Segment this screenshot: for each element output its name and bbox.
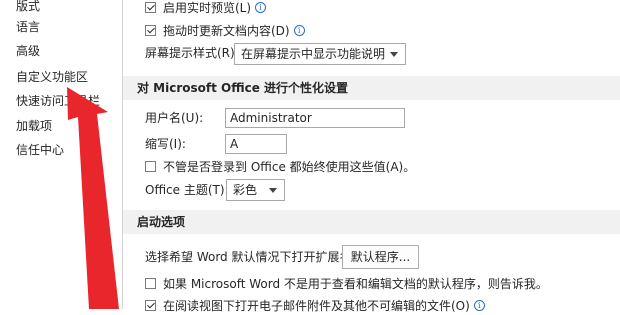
tell-me-option[interactable]: 如果 Microsoft Word 不是用于查看和编辑文档的默认程序，则告诉我。 [145, 273, 548, 293]
tell-me-checkbox[interactable] [145, 277, 156, 289]
always-use-values-checkbox[interactable] [145, 160, 156, 172]
options-main-panel: 启用实时预览(L) i 拖动时更新文档内容(D) i 屏幕提示样式(R): 在屏… [123, 0, 620, 313]
live-preview-option[interactable]: 启用实时预览(L) i [145, 0, 267, 17]
username-input[interactable]: Administrator [225, 108, 405, 128]
username-label: 用户名(U): [145, 111, 204, 125]
office-theme-value: 彩色 [233, 183, 258, 197]
options-sidebar: 版式 语言 高级 自定义功能区 快速访问工具栏 加载项 信任中心 [0, 0, 123, 309]
sidebar-item-language[interactable]: 语言 [16, 17, 40, 37]
sidebar-item-layout[interactable]: 版式 [16, 0, 40, 16]
office-theme-label: Office 主题(T): [145, 183, 229, 197]
chevron-down-icon [269, 188, 277, 193]
sidebar-item-trust-center[interactable]: 信任中心 [16, 140, 64, 160]
default-programs-button[interactable]: 默认程序... [342, 245, 419, 269]
update-on-drag-checkbox[interactable] [145, 24, 156, 36]
reading-view-label: 在阅读视图下打开电子邮件附件及其他不可编辑的文件(O) [163, 298, 470, 313]
sidebar-item-advanced[interactable]: 高级 [16, 41, 40, 61]
reading-view-option[interactable]: 在阅读视图下打开电子邮件附件及其他不可编辑的文件(O) i [145, 295, 485, 315]
sidebar-item-quick-access-toolbar[interactable]: 快速访问工具栏 [16, 91, 100, 111]
always-use-values-label: 不管是否登录到 Office 都始终使用这些值(A)。 [163, 159, 416, 174]
initials-input[interactable]: A [225, 134, 287, 154]
sidebar-item-add-ins[interactable]: 加载项 [16, 116, 52, 136]
initials-label: 缩写(I): [145, 137, 186, 151]
screentip-style-select[interactable]: 在屏幕提示中显示功能说明 [234, 43, 406, 65]
info-icon: i [293, 24, 305, 36]
update-on-drag-label: 拖动时更新文档内容(D) [163, 23, 290, 38]
personalize-section-header: 对 Microsoft Office 进行个性化设置 [123, 76, 620, 100]
live-preview-checkbox[interactable] [145, 1, 156, 13]
chevron-down-icon [390, 52, 398, 57]
live-preview-label: 启用实时预览(L) [163, 0, 252, 15]
office-theme-select[interactable]: 彩色 [226, 179, 285, 201]
tell-me-label: 如果 Microsoft Word 不是用于查看和编辑文档的默认程序，则告诉我。 [163, 276, 548, 291]
always-use-values-option[interactable]: 不管是否登录到 Office 都始终使用这些值(A)。 [145, 156, 415, 176]
sidebar-item-customize-ribbon[interactable]: 自定义功能区 [16, 67, 88, 87]
startup-section-header: 启动选项 [123, 210, 620, 234]
info-icon: i [255, 1, 267, 13]
update-on-drag-option[interactable]: 拖动时更新文档内容(D) i [145, 20, 305, 40]
screentip-style-label: 屏幕提示样式(R): [145, 46, 239, 60]
screentip-style-value: 在屏幕提示中显示功能说明 [241, 47, 386, 61]
default-extension-label: 选择希望 Word 默认情况下打开扩展名: [145, 250, 356, 264]
